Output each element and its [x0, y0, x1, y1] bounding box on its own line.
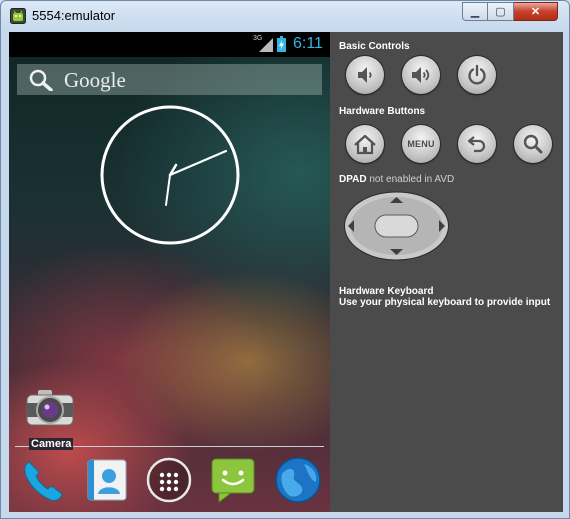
- contacts-icon[interactable]: [83, 456, 131, 504]
- emulator-window: 5554:emulator ▁ ▢ ✕ 3G 6:11 Google Camer…: [0, 0, 570, 519]
- dpad-title: DPAD: [339, 174, 367, 185]
- volume-down-button[interactable]: [346, 56, 384, 94]
- analog-clock-widget[interactable]: [100, 105, 240, 245]
- back-button[interactable]: [458, 125, 496, 163]
- google-search-bar[interactable]: Google: [17, 64, 322, 95]
- power-icon: [468, 64, 486, 85]
- dpad-control[interactable]: [343, 191, 450, 261]
- minimize-button[interactable]: ▁: [462, 2, 488, 21]
- close-button[interactable]: ✕: [514, 2, 558, 21]
- volume-up-icon: [412, 67, 430, 83]
- menu-button[interactable]: MENU: [402, 125, 440, 163]
- hardware-keyboard-section: Hardware Keyboard Use your physical keyb…: [339, 286, 550, 308]
- hardware-keyboard-heading: Hardware Keyboard: [339, 286, 434, 297]
- dpad-note: not enabled in AVD: [369, 174, 455, 185]
- search-icon: [523, 134, 543, 154]
- device-screen[interactable]: 3G 6:11 Google Camera: [9, 32, 330, 512]
- home-icon: [354, 134, 376, 155]
- battery-icon: [277, 36, 286, 52]
- browser-icon[interactable]: [274, 456, 322, 504]
- all-apps-icon[interactable]: [145, 456, 193, 504]
- maximize-button[interactable]: ▢: [488, 2, 514, 21]
- home-button[interactable]: [346, 125, 384, 163]
- dpad-heading: DPAD not enabled in AVD: [339, 174, 454, 185]
- hardware-buttons-heading: Hardware Buttons: [339, 106, 426, 117]
- search-icon: [29, 69, 53, 91]
- emulator-control-panel: Basic Controls Hardware Buttons MENU DPA…: [330, 32, 563, 512]
- status-time: 6:11: [293, 35, 323, 52]
- menu-label: MENU: [407, 139, 435, 149]
- volume-down-icon: [358, 67, 372, 83]
- phone-icon[interactable]: [19, 456, 67, 504]
- camera-app-icon[interactable]: [25, 387, 75, 429]
- search-button[interactable]: [514, 125, 552, 163]
- title-bar[interactable]: 5554:emulator ▁ ▢ ✕: [1, 1, 569, 31]
- camera-label: Camera: [29, 438, 74, 450]
- volume-up-button[interactable]: [402, 56, 440, 94]
- status-bar: 3G 6:11: [9, 32, 330, 57]
- power-button[interactable]: [458, 56, 496, 94]
- messaging-icon[interactable]: [209, 456, 257, 504]
- hardware-keyboard-description: Use your physical keyboard to provide in…: [339, 297, 551, 308]
- window-title: 5554:emulator: [32, 8, 116, 23]
- search-label: Google: [64, 68, 126, 92]
- basic-controls-heading: Basic Controls: [339, 41, 410, 52]
- back-icon: [467, 136, 486, 153]
- android-app-icon: [10, 8, 26, 24]
- signal-icon: [259, 38, 273, 52]
